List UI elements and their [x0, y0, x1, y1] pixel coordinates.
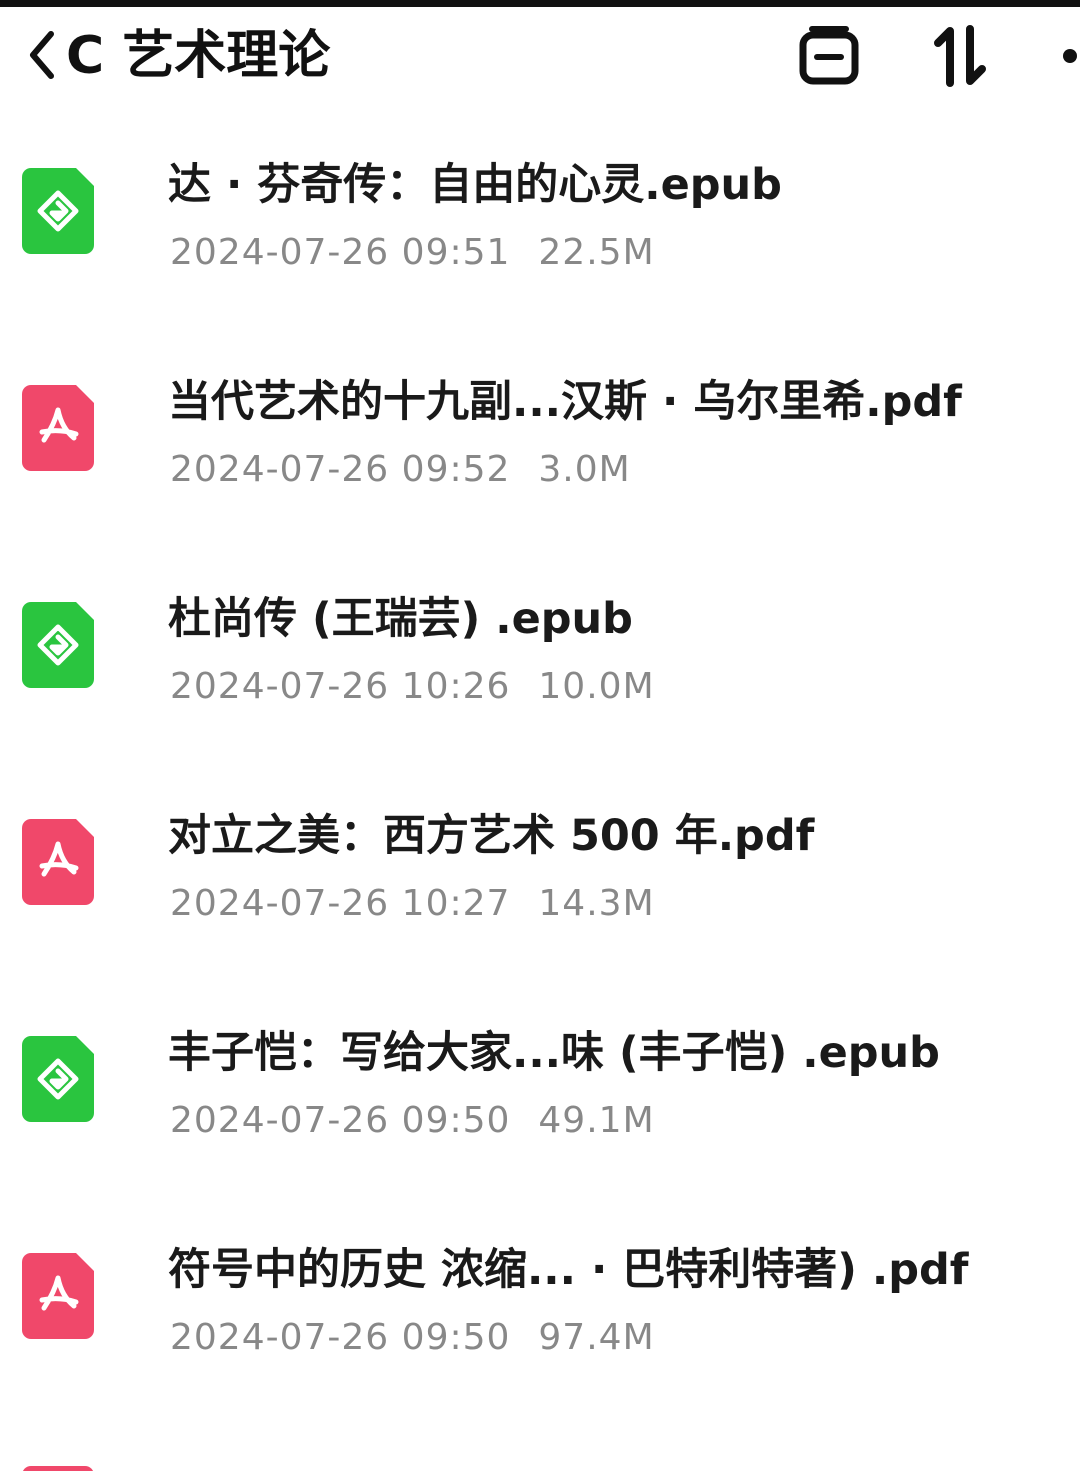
epub-file-icon: [22, 1036, 94, 1122]
file-name: 对立之美：西方艺术 500 年.pdf: [168, 811, 815, 861]
file-name: 达 · 芬奇传：自由的心灵.epub: [168, 160, 782, 210]
list-item[interactable]: 达 · 芬奇传：自由的心灵.epub 2024-07-26 09:51 22.5M: [0, 108, 1080, 325]
file-size: 10.0M: [538, 666, 655, 707]
pdf-file-icon: [22, 1466, 94, 1471]
epub-file-icon: [22, 168, 94, 254]
file-date: 2024-07-26 10:27: [170, 883, 511, 924]
list-item[interactable]: 当代艺术的十九副...汉斯 · 乌尔里希.pdf 2024-07-26 09:5…: [0, 325, 1080, 542]
file-name: 符号中的历史 浓缩... · 巴特利特著) .pdf: [168, 1245, 969, 1295]
file-meta: 2024-07-26 09:50 97.4M: [170, 1315, 655, 1361]
file-date: 2024-07-26 09:52: [170, 449, 511, 490]
more-icon: [1063, 49, 1077, 63]
file-meta: 2024-07-26 09:52 3.0M: [170, 447, 631, 493]
list-item[interactable]: 杜尚传 (王瑞芸) .epub 2024-07-26 10:26 10.0M: [0, 542, 1080, 759]
back-button[interactable]: [20, 25, 64, 85]
list-item[interactable]: 丰子恺：写给大家...味 (丰子恺) .epub 2024-07-26 09:5…: [0, 976, 1080, 1193]
file-name: 杜尚传 (王瑞芸) .epub: [168, 594, 633, 644]
chevron-left-icon: [30, 31, 54, 79]
file-date: 2024-07-26 09:50: [170, 1317, 511, 1358]
file-meta: 2024-07-26 10:27 14.3M: [170, 881, 655, 927]
header-bar: C 艺术理论: [0, 7, 1080, 107]
file-size: 14.3M: [538, 883, 655, 924]
file-size: 3.0M: [538, 449, 631, 490]
sort-icon: [934, 25, 986, 87]
file-meta: 2024-07-26 10:26 10.0M: [170, 664, 655, 710]
pdf-file-icon: [22, 819, 94, 905]
more-button[interactable]: [1050, 21, 1080, 91]
file-meta: 2024-07-26 09:51 22.5M: [170, 230, 655, 276]
file-meta: 2024-07-26 09:50 49.1M: [170, 1098, 655, 1144]
list-item[interactable]: 对立之美：西方艺术 500 年.pdf 2024-07-26 10:27 14.3…: [0, 759, 1080, 976]
file-size: 49.1M: [538, 1100, 655, 1141]
pdf-file-icon: [22, 1253, 94, 1339]
file-name: 丰子恺：写给大家...味 (丰子恺) .epub: [168, 1028, 940, 1078]
file-date: 2024-07-26 09:50: [170, 1100, 511, 1141]
status-bar-strip: [0, 0, 1080, 7]
file-date: 2024-07-26 09:51: [170, 232, 511, 273]
epub-file-icon: [22, 602, 94, 688]
sort-button[interactable]: [928, 21, 992, 91]
list-item-partial[interactable]: [0, 1450, 1080, 1471]
file-size: 22.5M: [538, 232, 655, 273]
window-icon: [799, 26, 859, 85]
file-date: 2024-07-26 10:26: [170, 666, 511, 707]
file-name: 当代艺术的十九副...汉斯 · 乌尔里希.pdf: [168, 377, 962, 427]
window-button[interactable]: [796, 21, 862, 91]
page-title: C 艺术理论: [66, 26, 331, 86]
list-item[interactable]: 符号中的历史 浓缩... · 巴特利特著) .pdf 2024-07-26 09…: [0, 1193, 1080, 1410]
file-size: 97.4M: [538, 1317, 655, 1358]
pdf-file-icon: [22, 385, 94, 471]
